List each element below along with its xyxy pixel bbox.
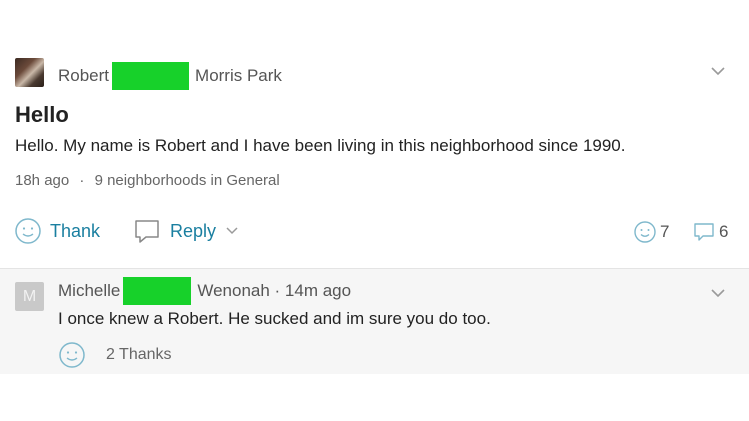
post-title: Hello xyxy=(15,102,69,127)
post-meta: 18h ago · 9 neighborhoods in General xyxy=(15,172,280,189)
chevron-down-icon xyxy=(226,227,238,235)
smiley-icon xyxy=(15,218,41,244)
thank-label: Thank xyxy=(50,220,101,241)
reply-author-row: Michelle Wenonah · 14m ago xyxy=(58,277,351,305)
post-author-row: Robert Morris Park xyxy=(58,62,282,90)
chevron-down-icon[interactable] xyxy=(710,288,726,298)
author-avatar[interactable] xyxy=(15,58,44,87)
post-author-name[interactable]: Robert xyxy=(58,66,109,86)
reply-neighborhood-time[interactable]: Wenonah · 14m ago xyxy=(197,281,351,301)
post-neighborhood[interactable]: Morris Park xyxy=(195,66,282,86)
meta-separator: · xyxy=(79,172,85,189)
post-time[interactable]: 18h ago xyxy=(15,172,69,189)
reply-body: I once knew a Robert. He sucked and im s… xyxy=(58,309,491,328)
replies-count-value: 6 xyxy=(719,222,729,241)
speech-bubble-icon xyxy=(694,223,714,241)
speech-bubble-icon xyxy=(135,220,159,243)
post-body: Hello. My name is Robert and I have been… xyxy=(15,136,626,155)
post-card: Robert Morris Park Hello Hello. My name … xyxy=(0,0,749,268)
reply-label: Reply xyxy=(170,220,217,241)
post-scope[interactable]: 9 neighborhoods in General xyxy=(95,172,280,189)
reply-author-name[interactable]: Michelle xyxy=(58,281,120,301)
thank-button[interactable]: Thank xyxy=(14,217,100,245)
reply-button[interactable]: Reply xyxy=(132,217,240,245)
reply-author-avatar[interactable]: M xyxy=(15,282,44,311)
thanks-count[interactable]: 7 xyxy=(633,220,669,244)
smiley-icon xyxy=(634,221,656,243)
chevron-down-icon[interactable] xyxy=(710,66,726,76)
thanks-count-value: 7 xyxy=(660,222,670,241)
smiley-icon xyxy=(59,342,85,368)
name-redaction xyxy=(123,277,192,305)
reply-thanks-button[interactable]: 2 Thanks xyxy=(58,341,172,369)
reply-thanks-label: 2 Thanks xyxy=(106,346,172,363)
replies-count[interactable]: 6 xyxy=(692,220,728,244)
name-redaction xyxy=(112,62,190,90)
